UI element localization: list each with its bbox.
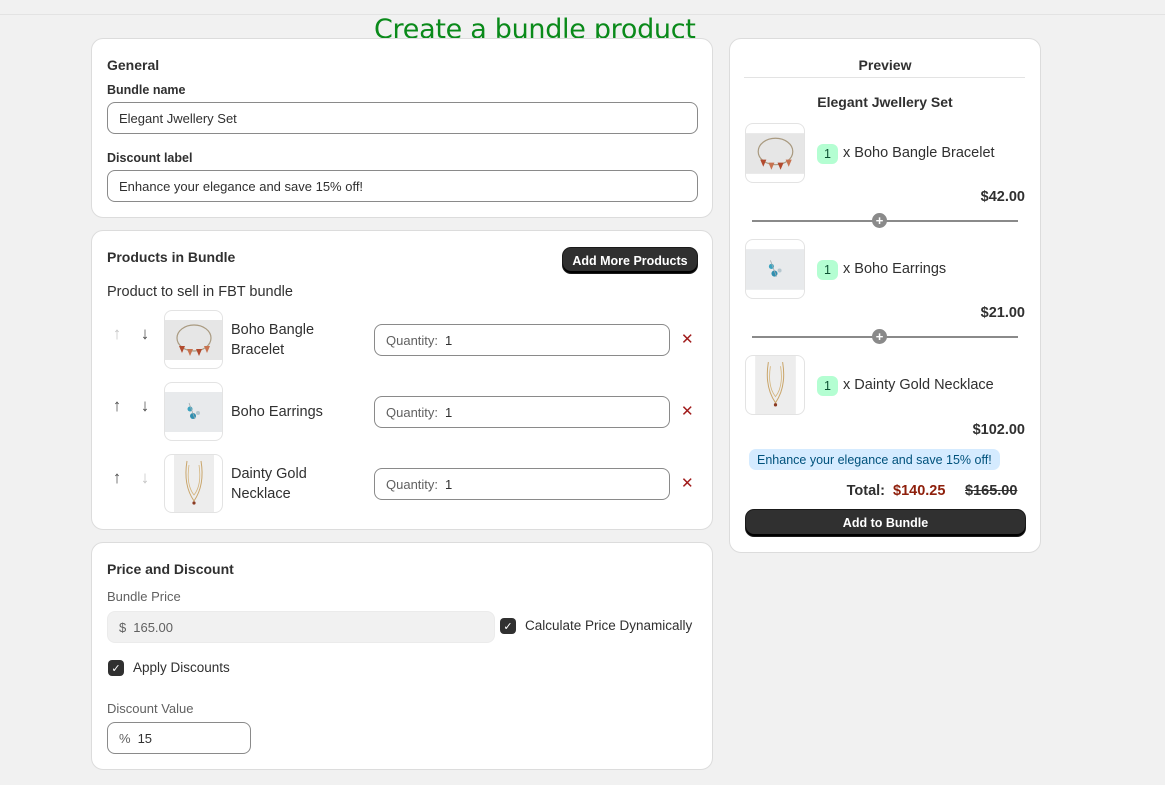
preview-item-name: x Dainty Gold Necklace	[843, 377, 994, 393]
preview-item-name: x Boho Earrings	[843, 261, 947, 277]
discount-badge: Enhance your elegance and save 15% off!	[749, 449, 1000, 470]
quantity-prefix: Quantity:	[386, 476, 439, 492]
products-title: Products in Bundle	[107, 249, 236, 265]
bundle-name-value: Elegant Jwellery Set	[119, 110, 237, 126]
quantity-input[interactable]: Quantity: 1	[374, 324, 670, 356]
earrings-thumbnail-icon	[745, 239, 805, 299]
necklace-thumbnail-icon	[745, 355, 805, 415]
quantity-value: 1	[445, 404, 453, 420]
preview-item-name: x Boho Bangle Bracelet	[843, 145, 995, 161]
product-name: Dainty Gold Necklace	[231, 466, 307, 502]
apply-discounts-checkbox[interactable]: ✓	[108, 660, 124, 676]
general-card: General Bundle name Elegant Jwellery Set…	[91, 38, 713, 218]
quantity-badge: 1	[817, 376, 838, 396]
quantity-value: 1	[445, 332, 453, 348]
move-up-icon[interactable]: ↑	[109, 324, 125, 344]
bundle-name-label: Bundle name	[107, 83, 186, 97]
quantity-prefix: Quantity:	[386, 332, 439, 348]
quantity-input[interactable]: Quantity: 1	[374, 396, 670, 428]
price-discount-title: Price and Discount	[107, 561, 234, 577]
discount-label-label: Discount label	[107, 151, 193, 165]
total-original-price: $165.00	[965, 483, 1018, 499]
move-down-icon[interactable]: ↓	[137, 324, 153, 344]
products-card: Products in Bundle Add More Products Pro…	[91, 230, 713, 530]
add-more-products-button[interactable]: Add More Products	[563, 248, 697, 273]
quantity-badge: 1	[817, 260, 838, 280]
bracelet-thumbnail-icon	[164, 310, 223, 369]
move-down-icon[interactable]: ↓	[137, 468, 153, 488]
discount-value-input[interactable]: % 15	[107, 722, 251, 754]
apply-discounts-label: Apply Discounts	[133, 660, 230, 675]
product-row-earrings: ↑ ↓ Boho Earrings Quantity: 1 ✕	[92, 382, 712, 442]
move-up-icon[interactable]: ↑	[109, 468, 125, 488]
quantity-prefix: Quantity:	[386, 404, 439, 420]
preview-title: Preview	[858, 57, 912, 73]
bracelet-thumbnail-icon	[745, 123, 805, 183]
plus-icon: +	[872, 329, 887, 344]
product-row-necklace: ↑ ↓ Dainty Gold Necklace Quantity: 1 ✕	[92, 454, 712, 514]
calc-dynamic-checkbox[interactable]: ✓	[500, 618, 516, 634]
remove-icon[interactable]: ✕	[681, 404, 694, 420]
bundle-name-input[interactable]: Elegant Jwellery Set	[107, 102, 698, 134]
add-to-bundle-button[interactable]: Add to Bundle	[746, 510, 1025, 536]
total-discounted-price: $140.25	[893, 483, 946, 499]
total-label: Total:	[846, 483, 885, 499]
preview-card: Preview Elegant Jwellery Set 1 x Boho Ba…	[729, 38, 1041, 553]
price-discount-card: Price and Discount Bundle Price $ 165.00…	[91, 542, 713, 770]
percent-prefix: %	[119, 730, 131, 746]
currency-prefix: $	[119, 619, 127, 635]
discount-value-label: Discount Value	[107, 701, 194, 716]
discount-value: 15	[137, 730, 153, 746]
general-title: General	[107, 57, 160, 73]
preview-item-price: $102.00	[972, 422, 1025, 438]
product-row-bracelet: ↑ ↓ Boho Bangle Bracelet Quantity: 1 ✕	[92, 310, 712, 370]
plus-icon: +	[872, 213, 887, 228]
bundle-price-value: 165.00	[133, 619, 173, 635]
remove-icon[interactable]: ✕	[681, 332, 694, 348]
preview-divider	[744, 77, 1025, 78]
move-up-icon[interactable]: ↑	[109, 396, 125, 416]
bundle-price-input[interactable]: $ 165.00	[107, 611, 495, 643]
move-down-icon[interactable]: ↓	[137, 396, 153, 416]
discount-label-input[interactable]: Enhance your elegance and save 15% off!	[107, 170, 698, 202]
product-name: Boho Earrings	[231, 404, 323, 420]
products-subtitle: Product to sell in FBT bundle	[107, 284, 293, 300]
remove-icon[interactable]: ✕	[681, 476, 694, 492]
quantity-badge: 1	[817, 144, 838, 164]
earrings-thumbnail-icon	[164, 382, 223, 441]
quantity-value: 1	[445, 476, 453, 492]
necklace-thumbnail-icon	[164, 454, 223, 513]
preview-item-price: $21.00	[980, 305, 1025, 321]
quantity-input[interactable]: Quantity: 1	[374, 468, 670, 500]
calc-dynamic-label: Calculate Price Dynamically	[525, 618, 693, 633]
preview-item-price: $42.00	[980, 189, 1025, 205]
product-name: Boho Bangle Bracelet	[231, 322, 315, 358]
discount-label-value: Enhance your elegance and save 15% off!	[119, 178, 364, 194]
preview-bundle-name: Elegant Jwellery Set	[817, 94, 953, 110]
bundle-price-label: Bundle Price	[107, 589, 181, 604]
